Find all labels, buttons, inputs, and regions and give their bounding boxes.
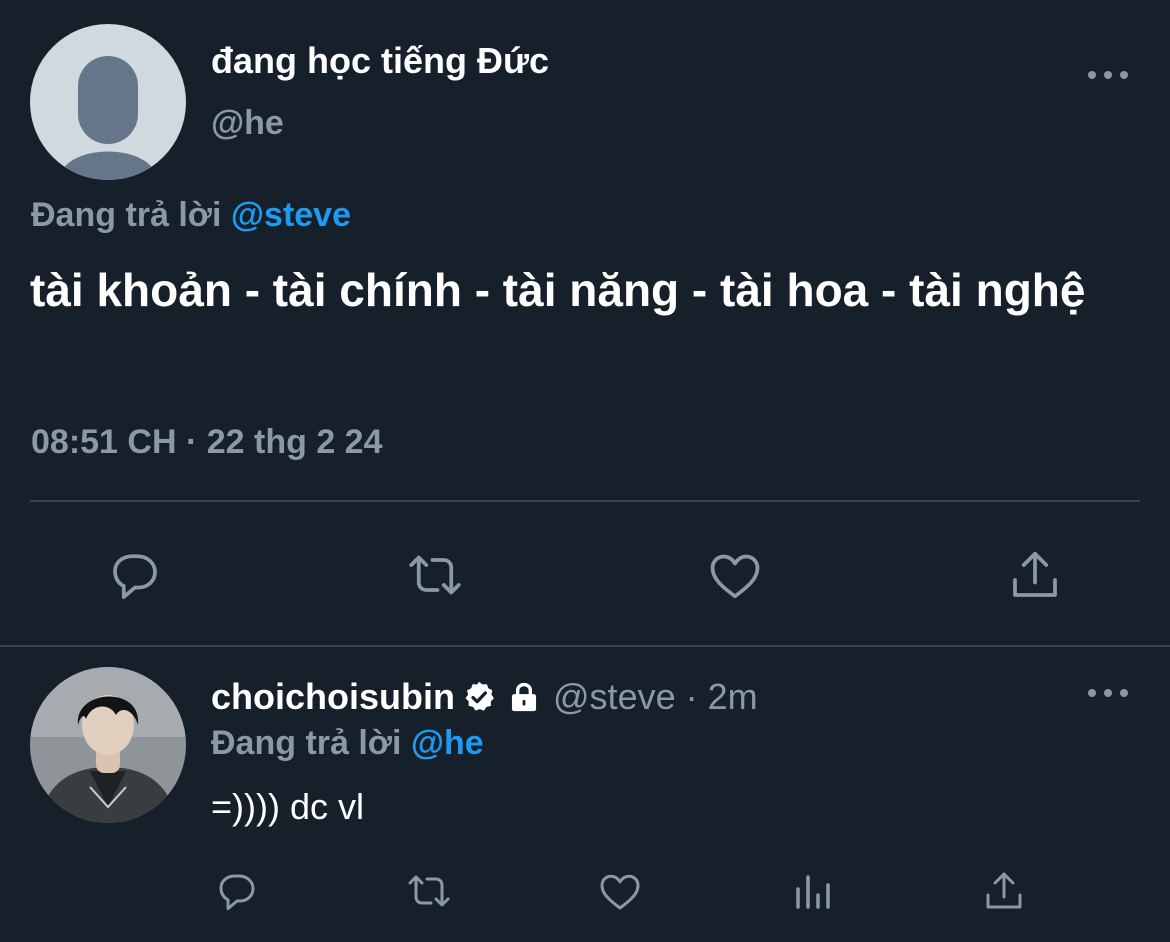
- avatar[interactable]: [30, 24, 186, 180]
- comment-icon[interactable]: [105, 545, 165, 605]
- comment-icon[interactable]: [213, 867, 261, 915]
- tweet-body: tài khoản - tài chính - tài năng - tài h…: [30, 264, 1086, 316]
- user-handle[interactable]: @steve: [553, 676, 676, 718]
- share-icon[interactable]: [1005, 545, 1065, 605]
- display-name[interactable]: đang học tiếng Đức: [211, 40, 549, 82]
- reply-time[interactable]: 2m: [708, 676, 758, 718]
- verified-icon: [461, 679, 497, 715]
- more-options-icon[interactable]: [1088, 687, 1128, 699]
- reply-prefix: Đang trả lời: [31, 196, 222, 234]
- reply-context: Đang trả lời @steve: [31, 196, 351, 235]
- profile-photo: [30, 667, 186, 823]
- analytics-icon[interactable]: [789, 867, 837, 915]
- avatar[interactable]: [30, 667, 186, 823]
- tweet-date: 22 thg 2 24: [206, 423, 383, 461]
- retweet-icon[interactable]: [403, 545, 467, 605]
- tweet-timestamp[interactable]: 08:51 CH · 22 thg 2 24: [31, 423, 383, 462]
- like-icon[interactable]: [596, 867, 644, 915]
- tweet-time: 08:51 CH: [31, 423, 177, 461]
- more-options-icon[interactable]: [1088, 69, 1128, 81]
- retweet-icon[interactable]: [403, 867, 455, 915]
- like-icon[interactable]: [705, 545, 765, 605]
- reply-mention-link[interactable]: @steve: [231, 196, 351, 234]
- separator-dot: ·: [185, 423, 198, 461]
- lock-icon: [507, 679, 541, 715]
- divider: [0, 645, 1170, 647]
- share-icon[interactable]: [980, 867, 1028, 915]
- reply-body: =)))) dc vl: [211, 786, 364, 827]
- reply-context: Đang trả lời @he: [211, 724, 484, 763]
- separator-dot: ·: [685, 676, 698, 717]
- default-avatar-icon: [58, 56, 158, 180]
- reply-header: choichoisubin @steve · 2m: [211, 676, 758, 718]
- reply-mention-link[interactable]: @he: [411, 724, 484, 762]
- divider: [30, 500, 1140, 502]
- reply-prefix: Đang trả lời: [211, 724, 402, 762]
- display-name[interactable]: choichoisubin: [211, 676, 455, 718]
- user-handle[interactable]: @he: [211, 104, 284, 143]
